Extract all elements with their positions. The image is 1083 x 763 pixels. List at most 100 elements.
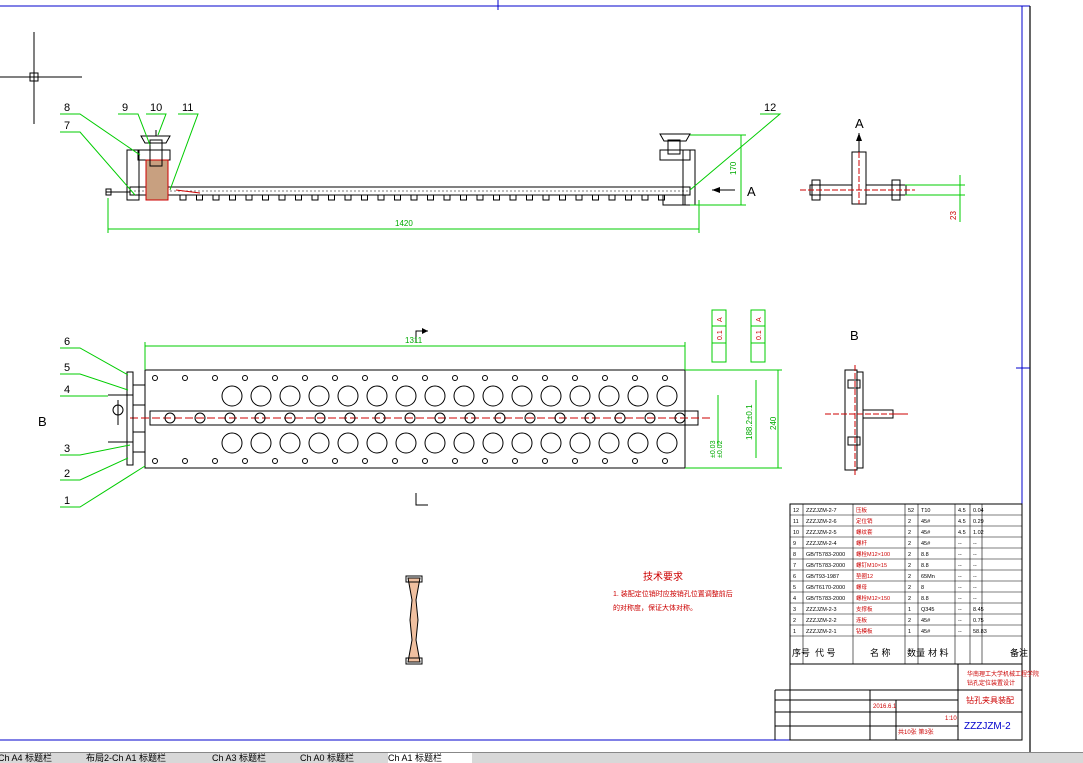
drill-hole (482, 432, 504, 454)
beam-pin (410, 194, 418, 201)
balloon-10: 10 (150, 102, 162, 114)
tech-req-line1: 1. 装配定位销时应按销孔位置调整前后 (613, 589, 733, 598)
parts-cell: 定位销 (856, 517, 873, 525)
parts-cell: -- (958, 563, 962, 569)
balloon-5: 5 (64, 362, 70, 374)
drill-hole (279, 385, 301, 407)
beam-pin (476, 194, 484, 201)
beam-pin (229, 194, 236, 201)
technical-requirements: 技术要求 1. 装配定位销时应按销孔位置调整前后 的对称度，保证大体对称。 (613, 570, 733, 612)
parts-cell: 8 (793, 552, 796, 558)
svg-text:1311: 1311 (405, 336, 423, 345)
balloon-leader (60, 131, 136, 196)
beam-pin (212, 194, 220, 201)
drill-hole (482, 385, 504, 407)
beam-pin (625, 194, 632, 201)
beam-pin (658, 194, 665, 201)
small-hole (362, 458, 368, 464)
parts-cell: 12 (793, 508, 799, 514)
small-hole (152, 458, 158, 464)
title-block: 12 ZZZJZM-2-7 压板 52 T10 4.5 0.0411 ZZZJZM-2-6 定位… (774, 503, 1039, 741)
beam-pin (559, 194, 566, 201)
tech-req-line2: 的对称度，保证大体对称。 (613, 603, 697, 612)
parts-cell: 螺母 (856, 583, 868, 591)
small-hole (152, 375, 158, 381)
parts-cell: 11 (793, 519, 799, 525)
parts-cell: ZZZJZM-2-2 (806, 618, 837, 624)
svg-text:240: 240 (769, 416, 778, 430)
parts-cell: 支撑板 (856, 605, 873, 613)
balloon-leader (60, 113, 141, 156)
drawing-name: 钻孔夹具装配 (966, 695, 1014, 705)
drill-hole (598, 385, 620, 407)
parts-cell: 连板 (856, 616, 868, 624)
svg-text:0.1: 0.1 (756, 330, 763, 340)
beam-pin (608, 194, 616, 201)
beam-pin (542, 194, 550, 201)
side-view-a: A 23 (800, 116, 965, 222)
beam-pin (394, 194, 401, 201)
balloon-2: 2 (64, 468, 70, 480)
small-hole (212, 458, 218, 464)
parts-cell: 8 (921, 585, 924, 591)
drill-hole (308, 432, 330, 454)
balloon-7: 7 (64, 120, 70, 132)
balloon-leader (60, 373, 129, 391)
parts-cell: 螺纹套 (856, 528, 873, 536)
parts-cell: ZZZJZM-2-6 (806, 519, 837, 525)
parts-cell: -- (958, 607, 962, 613)
svg-text:1420: 1420 (395, 219, 413, 228)
parts-cell: 65Mn (921, 574, 935, 580)
balloon-12: 12 (764, 102, 776, 114)
drill-hole (250, 432, 272, 454)
small-hole (242, 375, 248, 381)
parts-cell: 4.5 (958, 530, 966, 536)
small-hole (242, 458, 248, 464)
balloon-leader (60, 457, 129, 481)
beam-pin (592, 194, 599, 201)
balloon-leader (60, 347, 129, 376)
parts-cell: 9 (793, 541, 796, 547)
parts-cell: GB/T6170-2000 (806, 585, 845, 591)
parts-cell: -- (958, 552, 962, 558)
parts-cell: 45# (921, 541, 931, 547)
side-view-b: B (825, 328, 908, 475)
small-hole (212, 375, 218, 381)
beam-pin (427, 194, 434, 201)
parts-cell: 2 (908, 519, 911, 525)
balloon-6: 6 (64, 336, 70, 348)
school-name: 华南理工大学机械工程学院 (967, 670, 1039, 678)
parts-header: 备注 (1010, 647, 1028, 658)
cad-drawing-canvas[interactable]: A 1420 170 A 23 B 1311 240 188.2±0.1 ±0.… (0, 0, 1083, 752)
design-title: 钻孔定位装置设计 (967, 679, 1015, 687)
balloon-leader (689, 113, 782, 191)
beam-pin (344, 194, 352, 201)
sheet-info: 共10张 第3张 (898, 728, 934, 736)
svg-text:A: A (855, 116, 864, 131)
beam-pin (377, 194, 385, 201)
drill-hole (395, 385, 417, 407)
parts-cell: -- (958, 585, 962, 591)
drill-hole (511, 432, 533, 454)
small-hole (182, 458, 188, 464)
small-hole (572, 375, 578, 381)
beam-pin (278, 194, 286, 201)
parts-header: 序号 (792, 647, 810, 658)
small-hole (452, 458, 458, 464)
drill-hole (424, 385, 446, 407)
front-elevation-view: A 1420 170 (105, 130, 756, 233)
drill-hole (656, 385, 678, 407)
drawing-date: 2016.6.1 (873, 704, 897, 710)
svg-text:188.2±0.1: 188.2±0.1 (745, 404, 754, 440)
parts-cell: -- (958, 574, 962, 580)
beam-pin (311, 194, 319, 201)
parts-header: 数量 (907, 647, 925, 658)
drill-hole (337, 432, 359, 454)
parts-cell: 钻模板 (856, 627, 873, 635)
parts-cell: 2 (908, 541, 911, 547)
beam-pin (460, 194, 467, 201)
parts-cell: 5 (793, 585, 796, 591)
beam-pin (509, 194, 517, 201)
drill-hole (453, 432, 475, 454)
parts-cell: 2 (908, 563, 911, 569)
